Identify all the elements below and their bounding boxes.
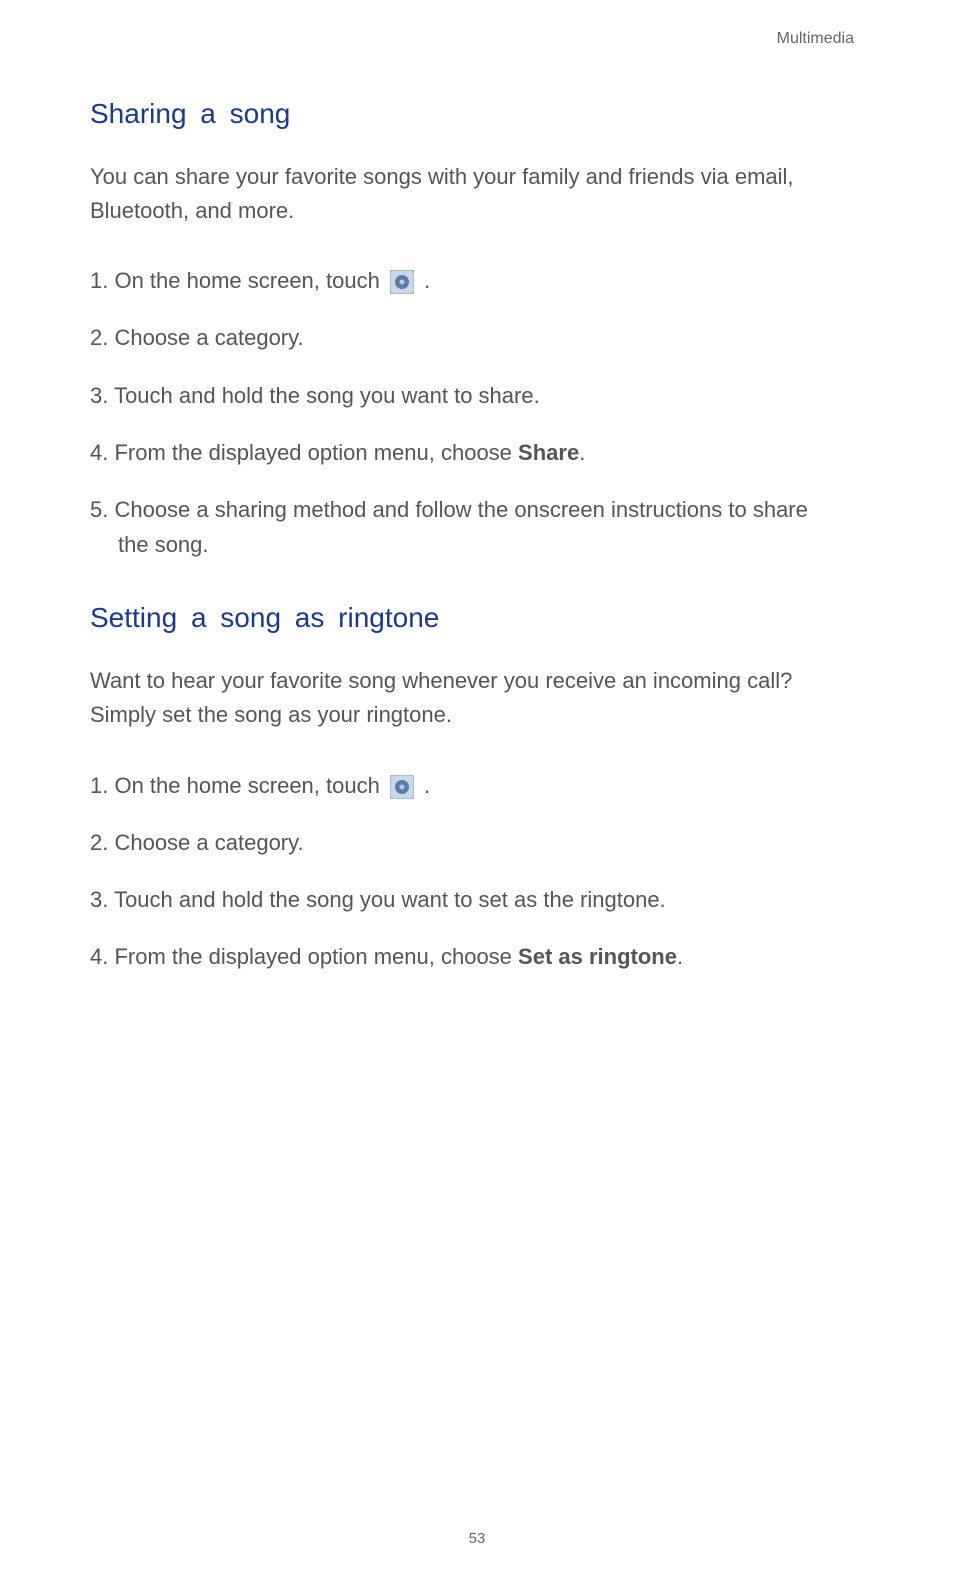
step-text: 4. From the displayed option menu, choos… [90, 944, 518, 969]
step-item: 4. From the displayed option menu, choos… [90, 939, 864, 974]
step-item: 1. On the home screen, touch . [90, 263, 864, 298]
step-item: 4. From the displayed option menu, choos… [90, 435, 864, 470]
step-text: the song. [90, 532, 209, 557]
page-number: 53 [0, 1530, 954, 1547]
step-item: 5. Choose a sharing method and follow th… [90, 492, 864, 562]
steps-sharing-song: 1. On the home screen, touch . 2. Choose… [90, 263, 864, 562]
step-item: 2. Choose a category. [90, 825, 864, 860]
step-item: 3. Touch and hold the song you want to s… [90, 378, 864, 413]
step-item: 1. On the home screen, touch . [90, 768, 864, 803]
step-bold-label: Set as ringtone [518, 944, 677, 969]
step-item: 2. Choose a category. [90, 320, 864, 355]
step-text: . [579, 440, 585, 465]
step-bold-label: Share [518, 440, 579, 465]
intro-sharing-song: You can share your favorite songs with y… [90, 160, 864, 228]
step-item: 3. Touch and hold the song you want to s… [90, 882, 864, 917]
music-icon [390, 270, 414, 294]
chapter-label: Multimedia [90, 30, 864, 48]
section-ringtone: Setting a song as ringtone Want to hear … [90, 602, 864, 974]
music-icon [390, 775, 414, 799]
step-text: 5. Choose a sharing method and follow th… [90, 497, 808, 522]
steps-ringtone: 1. On the home screen, touch . 2. Choose… [90, 768, 864, 975]
section-sharing-song: Sharing a song You can share your favori… [90, 98, 864, 562]
intro-ringtone: Want to hear your favorite song whenever… [90, 664, 864, 732]
step-text: . [677, 944, 683, 969]
heading-ringtone: Setting a song as ringtone [90, 602, 864, 634]
step-text: 1. On the home screen, touch [90, 268, 386, 293]
step-text: 1. On the home screen, touch [90, 773, 386, 798]
step-text: . [424, 268, 430, 293]
step-text: 4. From the displayed option menu, choos… [90, 440, 518, 465]
step-text: . [424, 773, 430, 798]
heading-sharing-song: Sharing a song [90, 98, 864, 130]
